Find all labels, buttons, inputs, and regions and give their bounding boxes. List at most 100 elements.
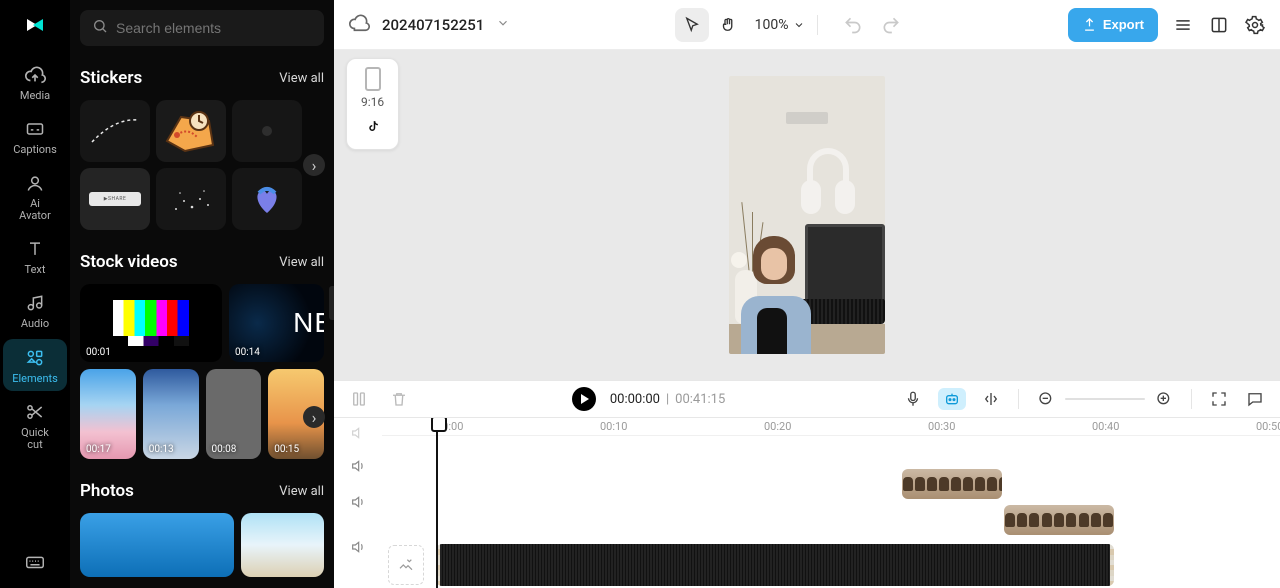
canvas-area[interactable]: 9:16 <box>334 50 1280 380</box>
mic-button[interactable] <box>902 388 924 410</box>
stockvideos-view-all[interactable]: View all <box>279 255 324 270</box>
music-icon <box>24 292 46 314</box>
ruler-tick: 00:10 <box>600 420 627 433</box>
nav-audio[interactable]: Audio <box>3 284 67 336</box>
zoom-in-icon[interactable] <box>1153 388 1175 410</box>
comment-button[interactable] <box>1244 388 1266 410</box>
sticker-item[interactable]: ▶ SHARE <box>80 168 150 230</box>
ratio-label: 9:16 <box>361 95 384 109</box>
export-button[interactable]: Export <box>1068 8 1158 42</box>
video-thumb[interactable]: 00:01 <box>80 284 222 362</box>
track-mute[interactable] <box>334 448 382 484</box>
nav-ai-avator[interactable]: Ai Avator <box>3 164 67 228</box>
playhead[interactable] <box>436 418 438 588</box>
settings-icon[interactable] <box>1244 14 1266 36</box>
avatar-icon <box>24 172 46 194</box>
app-logo[interactable] <box>18 8 52 42</box>
sticker-item[interactable] <box>232 168 302 230</box>
ruler-tick: 00:50 <box>1256 420 1280 433</box>
track-overlay-1[interactable] <box>382 466 1280 502</box>
track-overlay-2[interactable] <box>382 502 1280 538</box>
scissors-icon <box>24 401 46 423</box>
main-area: 202407152251 100% Export 9:16 <box>334 0 1280 588</box>
split-button[interactable] <box>348 388 370 410</box>
sticker-item[interactable] <box>232 100 302 162</box>
hand-tool[interactable] <box>711 8 745 42</box>
timeline-body[interactable]: 00:0000:1000:2000:3000:4000:50 <box>382 418 1280 588</box>
videos-scroll-next[interactable]: › <box>303 406 325 428</box>
clip[interactable] <box>902 469 1002 499</box>
ruler-tick: 00:40 <box>1092 420 1119 433</box>
cursor-tool[interactable] <box>675 8 709 42</box>
stickers-scroll-next[interactable]: › <box>303 154 325 176</box>
track-mute[interactable] <box>334 520 382 574</box>
nav-label: Media <box>20 90 50 102</box>
nav-captions[interactable]: Captions <box>3 110 67 162</box>
video-thumb[interactable]: NE 00:14 <box>229 284 324 362</box>
nav-label: Quick cut <box>21 427 49 451</box>
captions-icon <box>24 118 46 140</box>
news-text: NE <box>293 307 324 339</box>
track-mute[interactable] <box>334 484 382 520</box>
undo-button[interactable] <box>840 8 866 42</box>
transport-bar: 00:00:00 | 00:41:15 <box>334 380 1280 418</box>
timeline-ruler[interactable]: 00:0000:1000:2000:3000:4000:50 <box>382 418 1280 436</box>
nav-keyboard[interactable] <box>3 542 67 582</box>
fit-button[interactable] <box>1208 388 1230 410</box>
video-thumb[interactable]: 00:08 <box>206 369 262 459</box>
redo-button[interactable] <box>878 8 904 42</box>
stockvideos-title: Stock videos <box>80 252 178 272</box>
track-overlay-top[interactable] <box>382 436 1280 466</box>
clip[interactable] <box>1004 505 1114 535</box>
elements-panel: Stickers View all ▶ SHARE › Stock videos… <box>70 0 334 588</box>
project-name[interactable]: 202407152251 <box>382 16 484 34</box>
chevron-down-icon[interactable] <box>496 15 510 34</box>
nav-text[interactable]: Text <box>3 230 67 282</box>
cut-at-playhead[interactable] <box>980 388 1002 410</box>
video-thumb[interactable]: 00:17 <box>80 369 136 459</box>
photos-title: Photos <box>80 481 134 501</box>
clip-main[interactable] <box>436 544 1114 586</box>
layers-icon[interactable] <box>1172 14 1194 36</box>
timeline-zoom[interactable] <box>1035 388 1175 410</box>
preview-stage[interactable] <box>729 76 885 354</box>
nav-label: Audio <box>21 318 49 330</box>
timeline: 00:0000:1000:2000:3000:4000:50 <box>334 418 1280 588</box>
ruler-tick: 00:20 <box>764 420 791 433</box>
cloud-sync-icon[interactable] <box>348 12 370 38</box>
nav-label: Text <box>25 264 46 276</box>
drop-slot[interactable] <box>388 545 424 585</box>
timecode: 00:00:00 | 00:41:15 <box>610 392 725 407</box>
nav-quickcut[interactable]: Quick cut <box>3 393 67 457</box>
elements-icon <box>24 347 46 369</box>
sticker-item[interactable] <box>156 100 226 162</box>
photo-thumb[interactable] <box>241 513 324 577</box>
ruler-tick: 00:30 <box>928 420 955 433</box>
panel-collapse[interactable] <box>329 286 334 320</box>
sticker-item[interactable] <box>80 100 150 162</box>
video-thumb[interactable]: 00:13 <box>143 369 199 459</box>
track-headers <box>334 418 382 588</box>
sticker-item[interactable] <box>156 168 226 230</box>
nav-media[interactable]: Media <box>3 56 67 108</box>
zoom-level[interactable]: 100% <box>755 17 805 33</box>
duration: 00:14 <box>235 347 260 358</box>
track-mute[interactable] <box>334 418 382 448</box>
zoom-out-icon[interactable] <box>1035 388 1057 410</box>
split-view-icon[interactable] <box>1208 14 1230 36</box>
tiktok-icon <box>362 117 384 139</box>
track-main[interactable] <box>382 538 1280 588</box>
photos-view-all[interactable]: View all <box>279 484 324 499</box>
delete-button[interactable] <box>388 388 410 410</box>
aspect-ratio-card[interactable]: 9:16 <box>346 58 399 150</box>
stickers-view-all[interactable]: View all <box>279 71 324 86</box>
play-button[interactable] <box>572 387 596 411</box>
ai-button[interactable] <box>938 388 966 410</box>
nav-elements[interactable]: Elements <box>3 339 67 391</box>
photo-thumb[interactable] <box>80 513 234 577</box>
topbar: 202407152251 100% Export <box>334 0 1280 50</box>
search-box[interactable] <box>80 10 324 46</box>
nav-label: Elements <box>12 373 58 385</box>
search-input[interactable] <box>116 20 312 36</box>
search-icon <box>92 18 108 38</box>
